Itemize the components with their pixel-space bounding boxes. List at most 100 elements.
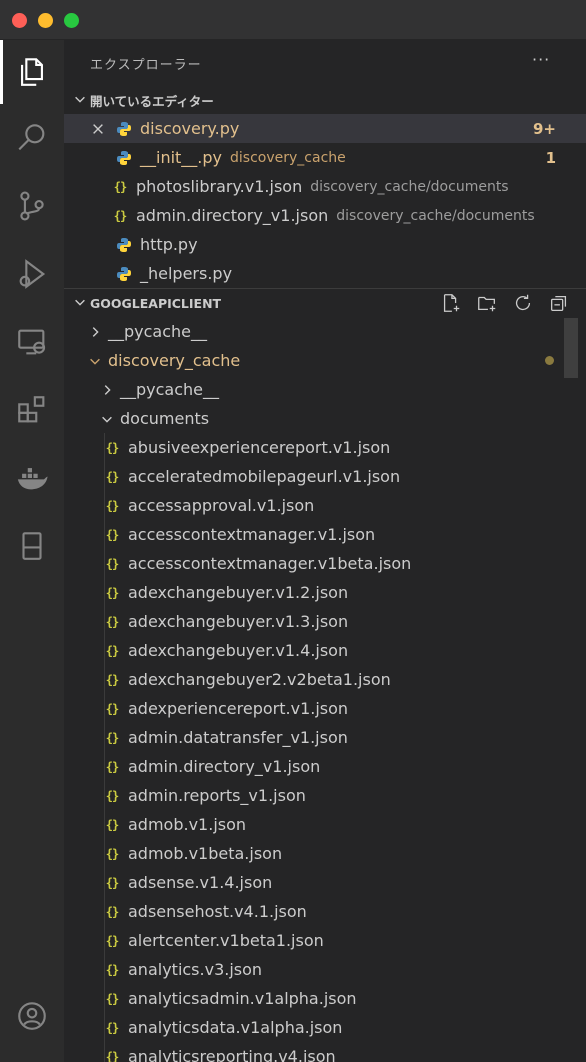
file-name: acceleratedmobilepageurl.v1.json bbox=[128, 467, 401, 486]
problem-count-badge: 1 bbox=[545, 148, 556, 167]
file-name: adsensehost.v4.1.json bbox=[128, 902, 307, 921]
refresh-icon[interactable] bbox=[512, 292, 534, 314]
json-icon: {} bbox=[105, 469, 119, 484]
search-activity[interactable] bbox=[0, 106, 64, 170]
tree-file-item[interactable]: {} analyticsadmin.v1alpha.json bbox=[64, 984, 586, 1013]
json-icon: {} bbox=[105, 440, 119, 455]
tree-file-item[interactable]: {} adexperiencereport.v1.json bbox=[64, 694, 586, 723]
explorer-title: エクスプローラー bbox=[90, 58, 202, 73]
new-file-icon[interactable] bbox=[440, 292, 462, 314]
collapse-all-icon[interactable] bbox=[548, 292, 570, 314]
tree-file-item[interactable]: {} alertcenter.v1beta1.json bbox=[64, 926, 586, 955]
tree-folder-item[interactable]: discovery_cache bbox=[64, 346, 586, 375]
explorer-header: エクスプローラー ··· bbox=[64, 40, 586, 86]
tree-file-item[interactable]: {} accesscontextmanager.v1beta.json bbox=[64, 549, 586, 578]
new-folder-icon[interactable] bbox=[476, 292, 498, 314]
editor-path: discovery_cache/documents bbox=[336, 207, 535, 224]
chevron-right-icon bbox=[98, 381, 116, 399]
accounts-activity[interactable] bbox=[0, 984, 64, 1048]
json-icon: {} bbox=[105, 498, 119, 513]
run-debug-activity[interactable] bbox=[0, 242, 64, 306]
account-icon bbox=[18, 1002, 46, 1030]
tree-file-item[interactable]: {} admob.v1beta.json bbox=[64, 839, 586, 868]
json-icon: {} bbox=[105, 730, 119, 745]
open-editor-item[interactable]: _helpers.py bbox=[64, 259, 586, 288]
device-activity[interactable] bbox=[0, 514, 64, 578]
zoom-window-button[interactable] bbox=[64, 13, 79, 28]
minimize-window-button[interactable] bbox=[38, 13, 53, 28]
tree-file-item[interactable]: {} accesscontextmanager.v1.json bbox=[64, 520, 586, 549]
tree-file-item[interactable]: {} admin.datatransfer_v1.json bbox=[64, 723, 586, 752]
json-icon: {} bbox=[105, 933, 119, 948]
tree-file-item[interactable]: {} analytics.v3.json bbox=[64, 955, 586, 984]
tree-file-item[interactable]: {} adexchangebuyer.v1.3.json bbox=[64, 607, 586, 636]
open-editor-item[interactable]: {} photoslibrary.v1.json discovery_cache… bbox=[64, 172, 586, 201]
tree-file-item[interactable]: {} adexchangebuyer.v1.2.json bbox=[64, 578, 586, 607]
tree-file-item[interactable]: {} admob.v1.json bbox=[64, 810, 586, 839]
modified-indicator bbox=[545, 356, 554, 365]
editor-filename: admin.directory_v1.json bbox=[136, 206, 329, 225]
run-debug-icon bbox=[19, 259, 46, 289]
close-window-button[interactable] bbox=[12, 13, 27, 28]
chevron-down-icon bbox=[86, 352, 104, 370]
file-name: analyticsadmin.v1alpha.json bbox=[128, 989, 357, 1008]
tree-file-item[interactable]: {} adexchangebuyer2.v2beta1.json bbox=[64, 665, 586, 694]
tree-file-item[interactable]: {} adsense.v1.4.json bbox=[64, 868, 586, 897]
file-name: analyticsreporting.v4.json bbox=[128, 1047, 336, 1062]
tree-file-item[interactable]: {} admin.directory_v1.json bbox=[64, 752, 586, 781]
json-icon: {} bbox=[105, 991, 119, 1006]
open-editors-header[interactable]: 開いているエディター bbox=[64, 86, 586, 114]
chevron-down-icon bbox=[64, 295, 90, 312]
tree-file-item[interactable]: {} admin.reports_v1.json bbox=[64, 781, 586, 810]
open-editor-item[interactable]: http.py bbox=[64, 230, 586, 259]
json-icon: {} bbox=[105, 904, 119, 919]
file-name: adexchangebuyer.v1.4.json bbox=[128, 641, 349, 660]
editor-filename: __init__.py bbox=[140, 148, 223, 167]
remote-explorer-activity[interactable] bbox=[0, 310, 64, 374]
editor-filename: photoslibrary.v1.json bbox=[136, 177, 303, 196]
source-control-icon bbox=[20, 191, 44, 221]
tree-file-item[interactable]: {} abusiveexperiencereport.v1.json bbox=[64, 433, 586, 462]
tree-folder-item[interactable]: __pycache__ bbox=[64, 317, 586, 346]
json-icon: {} bbox=[105, 759, 119, 774]
more-actions-button[interactable]: ··· bbox=[532, 50, 550, 69]
file-name: adexchangebuyer2.v2beta1.json bbox=[128, 670, 391, 689]
python-icon bbox=[114, 119, 134, 139]
json-icon: {} bbox=[105, 672, 119, 687]
tree-folder-item[interactable]: documents bbox=[64, 404, 586, 433]
open-editor-item[interactable]: __init__.py discovery_cache 1 bbox=[64, 143, 586, 172]
file-name: accesscontextmanager.v1.json bbox=[128, 525, 376, 544]
json-icon: {} bbox=[105, 643, 119, 658]
json-icon: {} bbox=[113, 179, 127, 194]
open-editor-item[interactable]: discovery.py 9+ bbox=[64, 114, 586, 143]
folder-name: documents bbox=[120, 409, 210, 428]
docker-activity[interactable] bbox=[0, 446, 64, 510]
tree-folder-item[interactable]: __pycache__ bbox=[64, 375, 586, 404]
files-icon bbox=[21, 58, 43, 86]
tree-file-item[interactable]: {} acceleratedmobilepageurl.v1.json bbox=[64, 462, 586, 491]
tree-file-item[interactable]: {} adsensehost.v4.1.json bbox=[64, 897, 586, 926]
json-icon: {} bbox=[105, 788, 119, 803]
editor-path: discovery_cache bbox=[230, 149, 346, 166]
tree-file-item[interactable]: {} analyticsreporting.v4.json bbox=[64, 1042, 586, 1062]
open-editor-item[interactable]: {} admin.directory_v1.json discovery_cac… bbox=[64, 201, 586, 230]
json-icon: {} bbox=[105, 846, 119, 861]
json-icon: {} bbox=[105, 1020, 119, 1035]
json-icon: {} bbox=[105, 1049, 119, 1062]
activity-bar bbox=[0, 40, 64, 1062]
tree-file-item[interactable]: {} adexchangebuyer.v1.4.json bbox=[64, 636, 586, 665]
file-name: admin.datatransfer_v1.json bbox=[128, 728, 348, 747]
file-name: admin.directory_v1.json bbox=[128, 757, 321, 776]
remote-explorer-icon bbox=[18, 329, 46, 355]
close-editor-button[interactable] bbox=[90, 121, 106, 137]
source-control-activity[interactable] bbox=[0, 174, 64, 238]
extensions-activity[interactable] bbox=[0, 378, 64, 442]
explorer-sidebar: エクスプローラー ··· 開いているエディター discovery.py 9+ … bbox=[64, 40, 586, 1062]
editor-filename: http.py bbox=[140, 235, 198, 254]
tree-file-item[interactable]: {} accessapproval.v1.json bbox=[64, 491, 586, 520]
file-name: analytics.v3.json bbox=[128, 960, 263, 979]
chevron-right-icon bbox=[86, 323, 104, 341]
project-section-header[interactable]: GOOGLEAPICLIENT bbox=[64, 289, 586, 317]
explorer-activity[interactable] bbox=[0, 40, 64, 104]
tree-file-item[interactable]: {} analyticsdata.v1alpha.json bbox=[64, 1013, 586, 1042]
